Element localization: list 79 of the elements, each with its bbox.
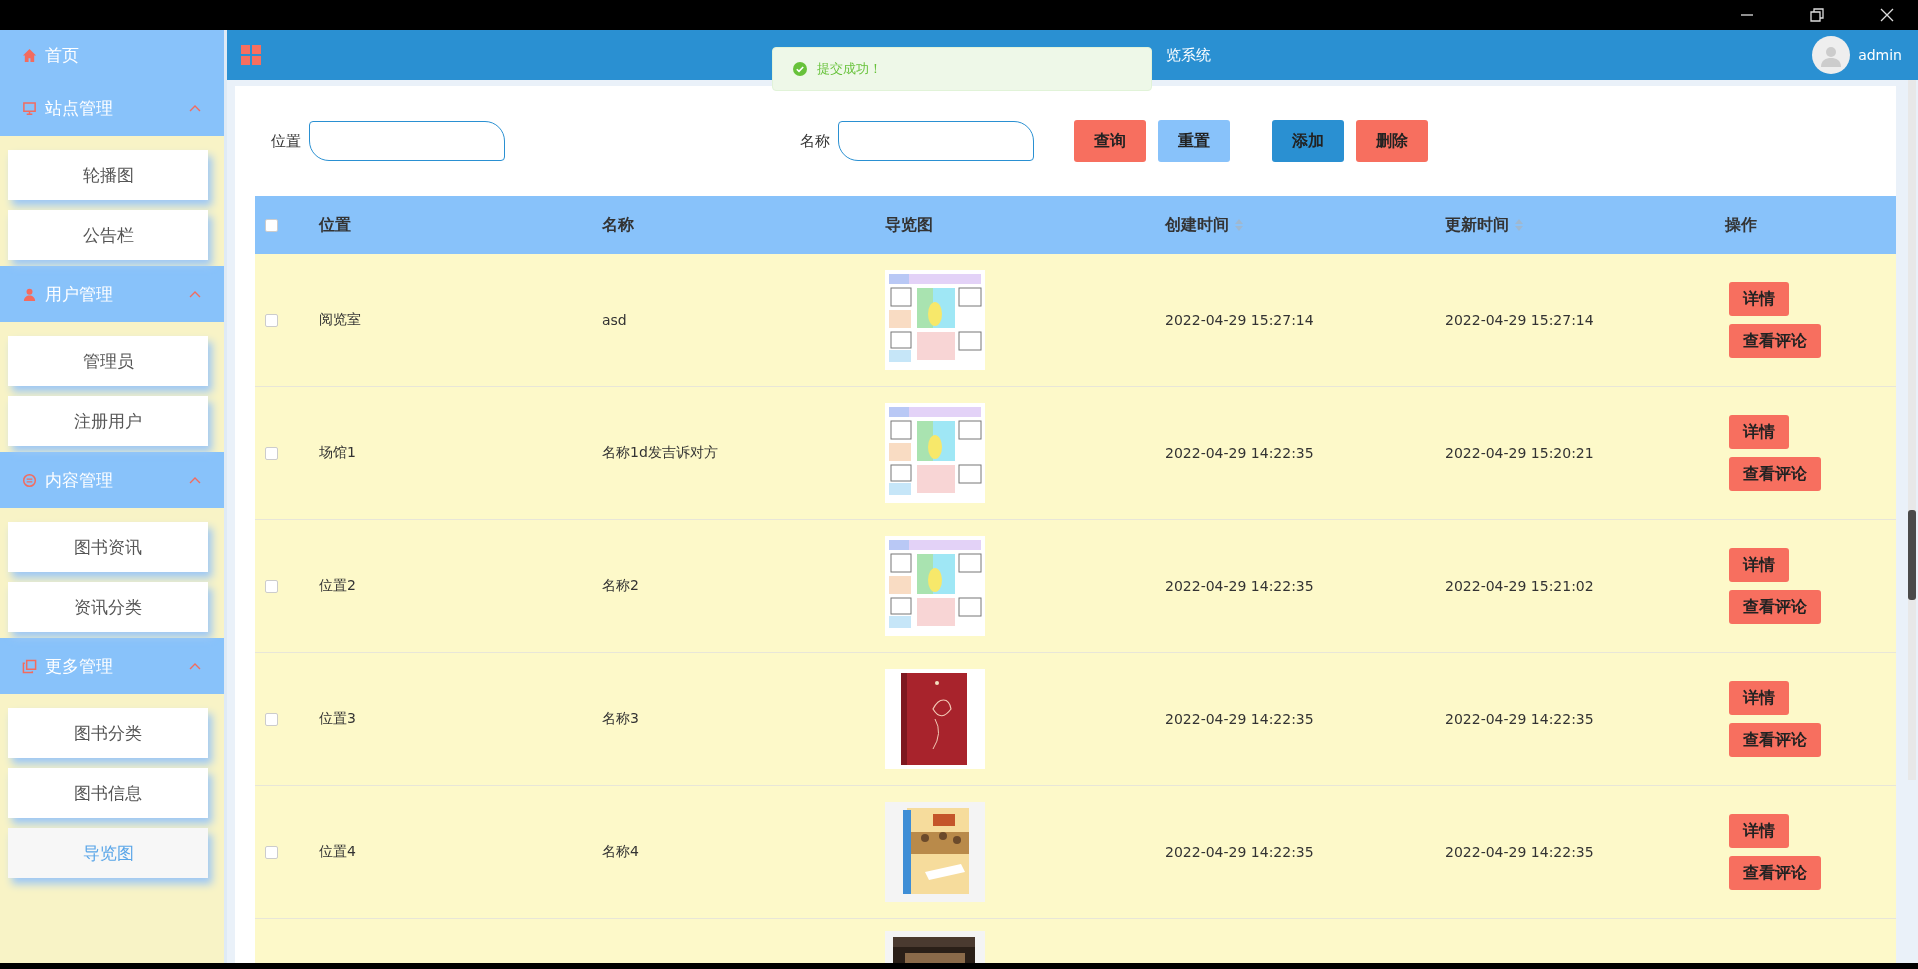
table-cell: 2022-04-29 14:22:35 xyxy=(1445,711,1594,727)
field-label: 位置 xyxy=(271,131,301,151)
scrollbar[interactable] xyxy=(1908,80,1916,780)
table-cell: 名称2 xyxy=(602,577,639,595)
row-checkbox[interactable] xyxy=(265,446,278,460)
row-checkbox[interactable] xyxy=(265,712,278,726)
system-title: 览系统 xyxy=(1166,45,1212,65)
username[interactable]: admin xyxy=(1858,47,1902,63)
details-button[interactable]: 详情 xyxy=(1729,681,1789,715)
view-comments-button[interactable]: 查看评论 xyxy=(1729,457,1821,491)
table-cell: 名称3 xyxy=(602,710,639,728)
grid-menu-icon[interactable] xyxy=(241,45,261,65)
row-checkbox[interactable] xyxy=(265,579,278,593)
view-comments-button[interactable]: 查看评论 xyxy=(1729,590,1821,624)
table-cell: 2022-04-29 14:22:35 xyxy=(1165,711,1314,727)
table-cell: 2022-04-29 14:22:35 xyxy=(1445,844,1594,860)
avatar-icon[interactable] xyxy=(1812,36,1851,74)
reset-button[interactable]: 重置 xyxy=(1158,120,1230,162)
delete-button[interactable]: 删除 xyxy=(1356,120,1428,162)
monitor-icon xyxy=(22,100,37,116)
menu-item[interactable]: 注册用户 xyxy=(8,396,208,446)
row-checkbox[interactable] xyxy=(265,313,278,327)
close-icon[interactable] xyxy=(1880,8,1894,22)
check-circle-icon xyxy=(793,62,807,76)
field-label: 名称 xyxy=(800,131,830,151)
menu-group-label: 用户管理 xyxy=(45,282,114,306)
toast-message: 提交成功！ xyxy=(817,60,882,78)
column-header: 导览图 xyxy=(885,214,933,236)
column-header: 位置 xyxy=(319,214,351,236)
table-cell: 位置2 xyxy=(319,577,356,595)
copy-icon xyxy=(22,658,37,674)
table-cell: 位置4 xyxy=(319,843,356,861)
view-comments-button[interactable]: 查看评论 xyxy=(1729,723,1821,757)
search-field[interactable] xyxy=(309,121,505,161)
column-header: 名称 xyxy=(602,214,634,236)
table-cell: 名称1d发吉诉对方 xyxy=(602,444,718,462)
home-icon xyxy=(22,47,37,63)
home-label: 首页 xyxy=(45,43,79,67)
details-button[interactable]: 详情 xyxy=(1729,814,1789,848)
menu-item[interactable]: 轮播图 xyxy=(8,150,208,200)
menu-item[interactable]: 图书资讯 xyxy=(8,522,208,572)
table-cell: 名称4 xyxy=(602,843,639,861)
table-cell: 阅览室 xyxy=(319,311,361,329)
table-cell: 场馆1 xyxy=(319,444,356,462)
menu-group-label: 内容管理 xyxy=(45,468,114,492)
sort-icon[interactable] xyxy=(1515,219,1523,231)
details-button[interactable]: 详情 xyxy=(1729,415,1789,449)
sort-icon[interactable] xyxy=(1235,219,1243,231)
details-button[interactable]: 详情 xyxy=(1729,548,1789,582)
column-header[interactable]: 创建时间 xyxy=(1165,214,1229,236)
view-comments-button[interactable]: 查看评论 xyxy=(1729,324,1821,358)
row-checkbox[interactable] xyxy=(265,845,278,859)
menu-item[interactable]: 管理员 xyxy=(8,336,208,386)
chat-icon xyxy=(22,472,37,488)
table-cell: 2022-04-29 14:22:35 xyxy=(1165,445,1314,461)
table-cell: 2022-04-29 15:27:14 xyxy=(1165,312,1314,328)
table-cell: asd xyxy=(602,312,627,328)
table-cell: 2022-04-29 15:21:02 xyxy=(1445,578,1594,594)
menu-item[interactable]: 公告栏 xyxy=(8,210,208,260)
user-icon xyxy=(22,286,37,302)
table-cell: 2022-04-29 14:22:35 xyxy=(1165,844,1314,860)
select-all-checkbox[interactable] xyxy=(265,218,278,232)
menu-item[interactable]: 图书分类 xyxy=(8,708,208,758)
menu-item[interactable]: 图书信息 xyxy=(8,768,208,818)
menu-group-label: 更多管理 xyxy=(45,654,114,678)
add-button[interactable]: 添加 xyxy=(1272,120,1344,162)
menu-group-label: 站点管理 xyxy=(45,96,114,120)
column-header[interactable]: 更新时间 xyxy=(1445,214,1509,236)
details-button[interactable]: 详情 xyxy=(1729,282,1789,316)
menu-item[interactable]: 资讯分类 xyxy=(8,582,208,632)
view-comments-button[interactable]: 查看评论 xyxy=(1729,856,1821,890)
search-field[interactable] xyxy=(838,121,1034,161)
query-button[interactable]: 查询 xyxy=(1074,120,1146,162)
table-cell: 2022-04-29 15:20:21 xyxy=(1445,445,1594,461)
table-cell: 2022-04-29 14:22:35 xyxy=(1165,578,1314,594)
column-header: 操作 xyxy=(1725,214,1757,236)
restore-icon[interactable] xyxy=(1810,8,1824,22)
table-cell: 位置3 xyxy=(319,710,356,728)
table-cell: 2022-04-29 15:27:14 xyxy=(1445,312,1594,328)
